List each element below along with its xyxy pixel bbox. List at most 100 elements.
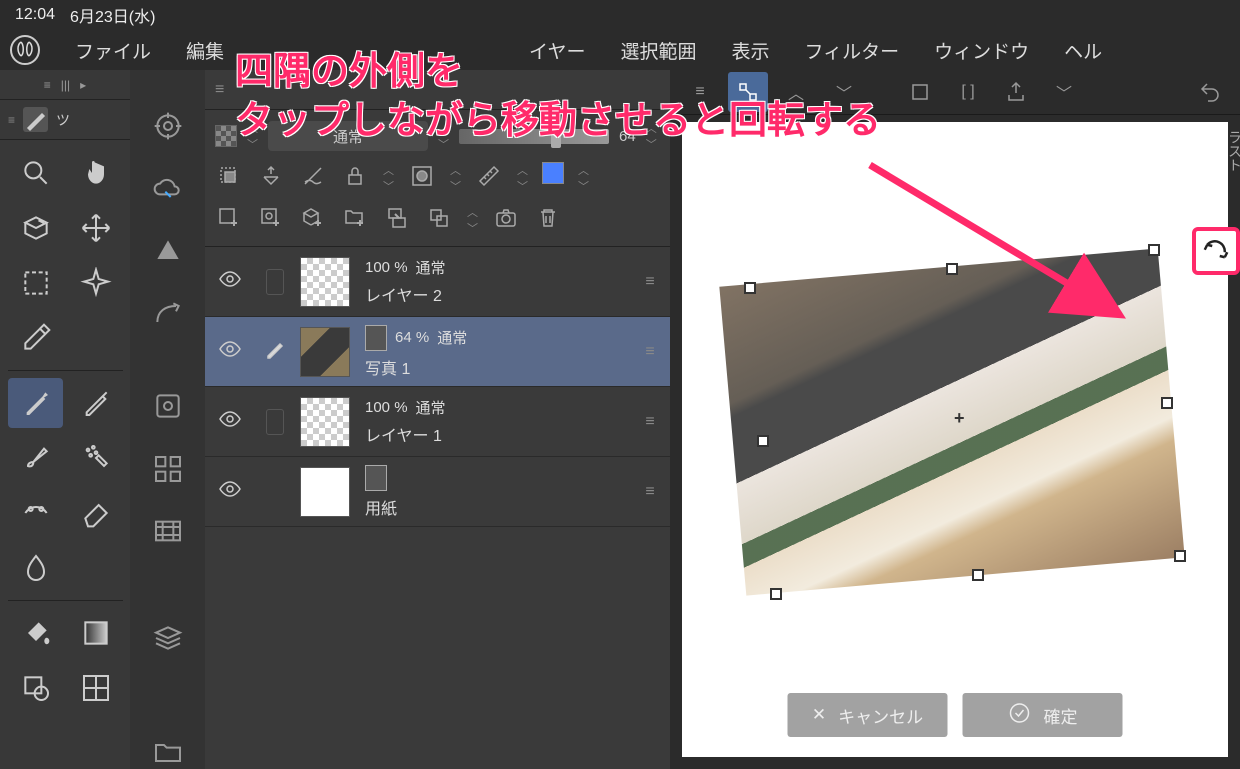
ruler-icon[interactable] — [475, 162, 503, 190]
transfer-down-icon[interactable] — [383, 204, 411, 232]
blend-tool[interactable] — [8, 543, 63, 593]
rect-icon[interactable] — [900, 72, 940, 112]
marquee-tool[interactable] — [8, 258, 63, 308]
layer-color-chip[interactable] — [542, 162, 564, 184]
menu-icon[interactable]: ≡ — [680, 72, 720, 112]
opacity-slider[interactable] — [459, 129, 609, 144]
lock-slot[interactable] — [266, 409, 284, 435]
move-tool[interactable] — [68, 203, 123, 253]
visibility-eye-icon[interactable] — [218, 407, 242, 436]
folder-icon[interactable] — [145, 736, 190, 769]
chevron-icon[interactable]: ︿﹀ — [450, 162, 461, 194]
up-icon[interactable]: ︿ — [776, 72, 816, 112]
layer-menu-icon[interactable]: ≡ — [630, 483, 670, 501]
transform-target-photo[interactable] — [719, 248, 1184, 595]
app-logo-icon[interactable] — [10, 35, 40, 65]
move-layer-tool[interactable] — [68, 313, 123, 363]
brush-tool[interactable] — [8, 433, 63, 483]
chevron-icon[interactable]: ︿﹀ — [438, 120, 449, 152]
menu-view[interactable]: 表示 — [731, 37, 769, 64]
transform-handle-tl[interactable] — [744, 282, 756, 294]
transform-handle-tr[interactable] — [1148, 244, 1160, 256]
eyedropper-tool[interactable] — [8, 313, 63, 363]
chevron-icon[interactable]: ︿﹀ — [467, 204, 478, 236]
menu-help[interactable]: ヘル — [1064, 37, 1102, 64]
subtool-brush-icon[interactable] — [23, 107, 48, 132]
transform-handle-mr[interactable] — [1161, 397, 1173, 409]
transform-handle-tm[interactable] — [946, 263, 958, 275]
draft-layer-icon[interactable] — [299, 162, 327, 190]
down-icon[interactable]: ﹀ — [1044, 72, 1084, 112]
blend-mode-dropdown[interactable]: 通常 — [268, 121, 428, 151]
chevron-icon[interactable]: ︿﹀ — [646, 120, 657, 152]
transform-handle-bm[interactable] — [972, 569, 984, 581]
transform-mode-icon[interactable] — [728, 72, 768, 112]
layer-row[interactable]: 100 % 通常 レイヤー 2 ≡ — [205, 247, 670, 317]
triangle-icon[interactable] — [145, 235, 190, 268]
hand-tool[interactable] — [68, 148, 123, 198]
bracket-icon[interactable]: [ ] — [948, 72, 988, 112]
chevron-icon[interactable]: ︿﹀ — [247, 120, 258, 152]
new-3d-layer-icon[interactable] — [299, 204, 327, 232]
export-icon[interactable] — [996, 72, 1036, 112]
gradient-tool[interactable] — [68, 608, 123, 658]
mask-icon[interactable] — [408, 162, 436, 190]
new-folder-icon[interactable] — [341, 204, 369, 232]
frame-tool[interactable] — [68, 663, 123, 713]
clip-mask-icon[interactable] — [215, 162, 243, 190]
camera-icon[interactable] — [492, 204, 520, 232]
new-vector-layer-icon[interactable] — [257, 204, 285, 232]
transform-center-icon[interactable]: + — [954, 408, 965, 429]
fill-tool[interactable] — [8, 608, 63, 658]
drag-handle-icon[interactable]: ≡ — [215, 81, 224, 99]
liquify-tool[interactable] — [68, 543, 123, 593]
transform-handle-ml[interactable] — [757, 435, 769, 447]
grid-icon[interactable] — [145, 453, 190, 486]
cloud-icon[interactable] — [145, 173, 190, 206]
layer-row[interactable]: 100 % 通常 レイヤー 1 ≡ — [205, 387, 670, 457]
lock-icon[interactable] — [341, 162, 369, 190]
chevron-icon[interactable]: ︿﹀ — [578, 162, 589, 194]
layer-row[interactable]: 64 % 通常 写真 1 ≡ — [205, 317, 670, 387]
zoom-tool[interactable] — [8, 148, 63, 198]
down-icon[interactable]: ﹀ — [824, 72, 864, 112]
menu-window[interactable]: ウィンドウ — [934, 37, 1029, 64]
drag-handle-icon[interactable]: ≡ — [8, 113, 15, 127]
layer-menu-icon[interactable]: ≡ — [630, 273, 670, 291]
chevron-icon[interactable]: ︿﹀ — [383, 162, 394, 194]
visibility-eye-icon[interactable] — [218, 337, 242, 366]
pencil-tool[interactable] — [68, 378, 123, 428]
layers-icon[interactable] — [145, 622, 190, 655]
decoration-tool[interactable] — [8, 488, 63, 538]
chevron-icon[interactable]: ︿﹀ — [517, 162, 528, 194]
new-raster-layer-icon[interactable] — [215, 204, 243, 232]
palette-dock-tabs[interactable]: ≡ ||| ▸ — [0, 70, 130, 100]
airbrush-tool[interactable] — [68, 433, 123, 483]
layer-menu-icon[interactable]: ≡ — [630, 343, 670, 361]
transform-handle-bl[interactable] — [770, 588, 782, 600]
trash-icon[interactable] — [534, 204, 562, 232]
menu-edit[interactable]: 編集 — [186, 37, 224, 64]
eraser-tool[interactable] — [68, 488, 123, 538]
menu-select[interactable]: 選択範囲 — [620, 37, 696, 64]
color-set-icon[interactable] — [145, 390, 190, 423]
auto-select-tool[interactable] — [68, 258, 123, 308]
lock-slot[interactable] — [266, 269, 284, 295]
edit-pencil-icon[interactable] — [263, 337, 287, 366]
menu-file[interactable]: ファイル — [75, 37, 151, 64]
merge-icon[interactable] — [425, 204, 453, 232]
undo-icon[interactable] — [1190, 72, 1230, 112]
target-icon[interactable] — [145, 110, 190, 143]
confirm-button[interactable]: 確定 — [963, 693, 1123, 737]
transform-handle-br[interactable] — [1174, 550, 1186, 562]
curve-icon[interactable] — [145, 298, 190, 331]
reference-layer-icon[interactable] — [257, 162, 285, 190]
canvas-viewport[interactable]: + ✕ キャンセル 確定 — [682, 122, 1228, 757]
figure-tool[interactable] — [8, 663, 63, 713]
menu-layer[interactable]: イヤー — [529, 37, 585, 64]
layer-menu-icon[interactable]: ≡ — [630, 413, 670, 431]
visibility-eye-icon[interactable] — [218, 477, 242, 506]
object-tool[interactable] — [8, 203, 63, 253]
pen-tool[interactable] — [8, 378, 63, 428]
checkerboard-icon[interactable] — [215, 125, 237, 147]
